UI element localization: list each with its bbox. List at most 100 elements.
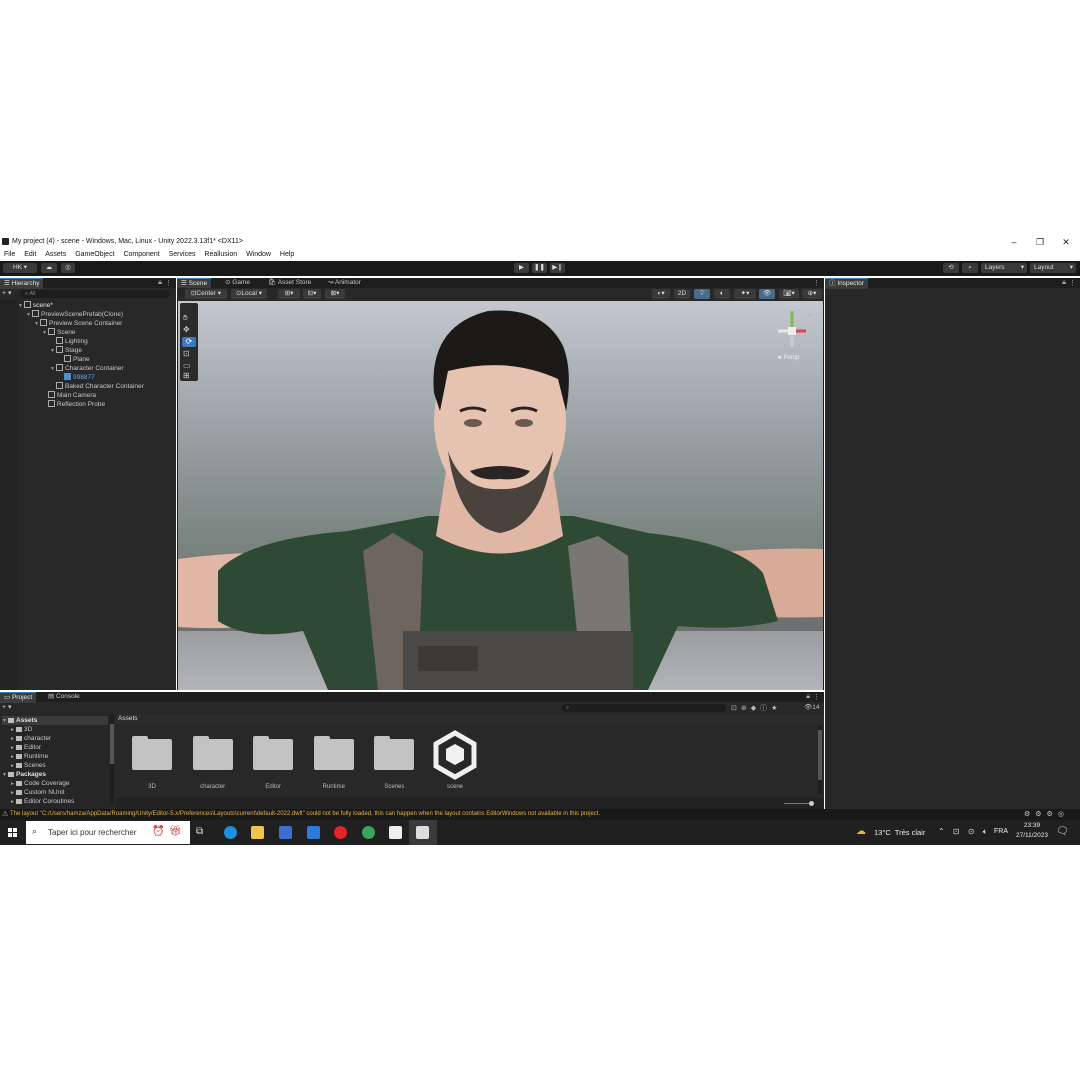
unity-hub-icon[interactable]: [389, 826, 402, 839]
menu-services[interactable]: Services: [169, 249, 196, 261]
camera-icon[interactable]: 📷︎▾: [779, 289, 799, 299]
status-icons[interactable]: ⚙⚙⚙◎: [1024, 810, 1069, 818]
orientation-gizmo[interactable]: [756, 305, 816, 355]
account-button[interactable]: HK ▾: [3, 263, 37, 273]
add-button[interactable]: + ▾: [2, 289, 12, 297]
kebab-menu-icon[interactable]: ⋮: [813, 279, 820, 287]
lock-icon[interactable]: 🔒︎: [158, 279, 162, 287]
project-tree-item[interactable]: ► character: [10, 734, 51, 743]
taskbar-search-input[interactable]: ⌕ Taper ici pour rechercher ⏰ 🎁︎: [26, 821, 190, 844]
layout-dropdown[interactable]: Layout ▾: [1030, 263, 1076, 273]
kebab-menu-icon[interactable]: ⋮: [165, 279, 172, 287]
rect-tool-icon[interactable]: ▭: [183, 361, 191, 370]
tray-icons[interactable]: ⌃ ⊡ ⊙ 🔈︎: [938, 827, 991, 837]
pivot-dropdown[interactable]: ⊡Center ▾: [185, 289, 227, 299]
draw-mode-icon[interactable]: ◐▾: [652, 289, 670, 299]
search-icon[interactable]: ⌕: [962, 263, 978, 273]
hierarchy-item[interactable]: ▼ scene*: [18, 301, 53, 310]
lighting-icon[interactable]: 💡︎: [694, 289, 710, 299]
status-message[interactable]: The layout "C:/Users/hamza/AppData/Roami…: [10, 811, 600, 817]
asset-scene-item[interactable]: scene: [425, 728, 485, 794]
minimize-button[interactable]: –: [1002, 235, 1026, 249]
menu-reallusion[interactable]: Reallusion: [204, 249, 237, 261]
hierarchy-item[interactable]: Main Camera: [42, 391, 96, 400]
clock-date[interactable]: 27/11/2023: [1012, 832, 1052, 839]
windows-start-icon[interactable]: [8, 828, 18, 838]
notifications-icon[interactable]: 🗨︎: [1056, 826, 1069, 837]
hierarchy-item[interactable]: Plane: [58, 355, 90, 364]
menu-gameobject[interactable]: GameObject: [75, 249, 114, 261]
tab-asset-store[interactable]: 🛍︎ Asset Store: [264, 278, 315, 288]
hierarchy-item[interactable]: Reflection Probe: [42, 400, 105, 409]
weather-text[interactable]: 13°C Très clair: [874, 828, 925, 837]
move-tool-icon[interactable]: ✥: [183, 325, 190, 334]
effects-icon[interactable]: ✦▾: [734, 289, 756, 299]
layers-dropdown[interactable]: Layers ▾: [981, 263, 1027, 273]
chrome-icon[interactable]: [362, 826, 375, 839]
project-tree-item[interactable]: ► Custom NUnit: [10, 788, 64, 797]
project-filter-icons[interactable]: ⊡⊛◆ⓘ★: [731, 703, 781, 713]
scale-tool-icon[interactable]: ⊡: [183, 349, 190, 358]
space-dropdown[interactable]: ⊙Local ▾: [231, 289, 267, 299]
lock-icon[interactable]: 🔒︎: [1062, 279, 1066, 287]
asset-folder-item[interactable]: Scenes: [364, 728, 424, 794]
tab-hierarchy[interactable]: ☰ Hierarchy: [0, 278, 44, 289]
menu-edit[interactable]: Edit: [24, 249, 36, 261]
project-tree-item[interactable]: ► Runtime: [10, 752, 48, 761]
tab-animator[interactable]: ↝ Animator: [324, 278, 365, 288]
create-button[interactable]: + ▾: [2, 703, 12, 711]
play-button[interactable]: ▶: [514, 263, 529, 273]
project-tree-item[interactable]: ► Editor Coroutines: [10, 797, 74, 806]
hierarchy-item[interactable]: Lighting: [50, 337, 88, 346]
hierarchy-item[interactable]: ▼ PreviewScenePrefab(Clone): [26, 310, 123, 319]
project-tree-item[interactable]: ▼ Packages: [2, 770, 46, 779]
language-indicator[interactable]: FRA: [994, 828, 1008, 835]
hierarchy-item[interactable]: 998877: [58, 373, 95, 382]
hierarchy-search-input[interactable]: ⌕ All: [20, 290, 170, 298]
asset-folder-item[interactable]: character: [183, 728, 243, 794]
asset-folder-item[interactable]: 3D: [122, 728, 182, 794]
hierarchy-item[interactable]: ▼ Scene: [42, 328, 75, 337]
hierarchy-item[interactable]: ▼ Character Container: [50, 364, 124, 373]
tree-scrollbar[interactable]: [110, 714, 114, 804]
clock-time[interactable]: 23:39: [1020, 822, 1044, 829]
kebab-menu-icon[interactable]: ⋮: [813, 693, 820, 701]
collab-icon[interactable]: ◎: [61, 263, 75, 273]
lock-icon[interactable]: 🔒︎: [806, 693, 810, 701]
persp-label[interactable]: ◄ Persp: [776, 355, 799, 361]
grid-scroll-thumb[interactable]: [818, 730, 822, 780]
task-view-icon[interactable]: ⧉: [196, 826, 203, 837]
transform-tool-icon[interactable]: ⊞: [183, 371, 190, 380]
menu-help[interactable]: Help: [280, 249, 294, 261]
project-search-input[interactable]: ⌕: [562, 704, 726, 712]
hierarchy-item[interactable]: Baked Character Container: [50, 382, 144, 391]
icon-size-slider-handle[interactable]: [809, 801, 814, 806]
mail-icon[interactable]: [307, 826, 320, 839]
grid-scrollbar[interactable]: [818, 726, 822, 794]
project-tree-item[interactable]: ► Code Coverage: [10, 779, 70, 788]
tab-game[interactable]: ⊙ Game: [221, 278, 254, 288]
tree-scroll-thumb[interactable]: [110, 724, 114, 764]
scene-viewport[interactable]: ✋︎ ✥ ⟳ ⊡ ▭ ⊞ ◄ Persp: [178, 301, 823, 690]
gizmos-icon[interactable]: ⊕▾: [802, 289, 822, 299]
rotate-tool-icon[interactable]: ⟳: [182, 337, 196, 347]
hierarchy-item[interactable]: ▼ Stage: [50, 346, 82, 355]
cloud-icon[interactable]: ☁: [41, 263, 57, 273]
hand-tool-icon[interactable]: ✋︎: [183, 313, 188, 323]
breadcrumb-assets[interactable]: Assets: [118, 715, 138, 722]
grid-snap-icon[interactable]: ⊞▾: [278, 289, 300, 299]
icon-size-slider[interactable]: [784, 803, 812, 804]
project-tree-item[interactable]: ► Editor: [10, 743, 41, 752]
asset-folder-item[interactable]: Editor: [243, 728, 303, 794]
snap-increment-icon[interactable]: ⊠▾: [325, 289, 345, 299]
asset-folder-item[interactable]: Runtime: [304, 728, 364, 794]
project-tree-item[interactable]: ► 3D: [10, 725, 32, 734]
file-explorer-icon[interactable]: [251, 826, 264, 839]
unity-editor-taskbar-button[interactable]: [409, 820, 437, 845]
opera-icon[interactable]: [334, 826, 347, 839]
grid-icon[interactable]: ⊟▾: [303, 289, 321, 299]
menu-window[interactable]: Window: [246, 249, 271, 261]
tab-console[interactable]: ▤ Console: [44, 692, 84, 702]
kebab-menu-icon[interactable]: ⋮: [1069, 279, 1076, 287]
pause-button[interactable]: ❚❚: [532, 263, 547, 273]
